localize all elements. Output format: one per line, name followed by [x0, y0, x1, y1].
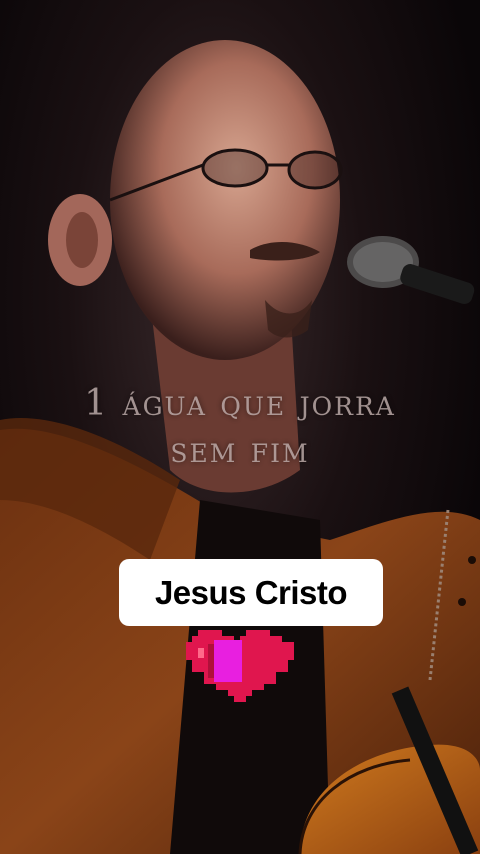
- pixel-heart-icon: [186, 630, 294, 702]
- lyric-line-2: sem fim: [170, 430, 310, 471]
- microphone: [347, 236, 475, 305]
- caption-text: Jesus Cristo: [154, 573, 348, 611]
- lyric-line-1: 1 água que jorra: [84, 383, 396, 424]
- caption-label: Jesus Cristo: [119, 559, 383, 626]
- video-frame[interactable]: 1 água que jorra sem fim Jesus Cristo: [0, 0, 480, 854]
- singer-scene: [0, 40, 480, 854]
